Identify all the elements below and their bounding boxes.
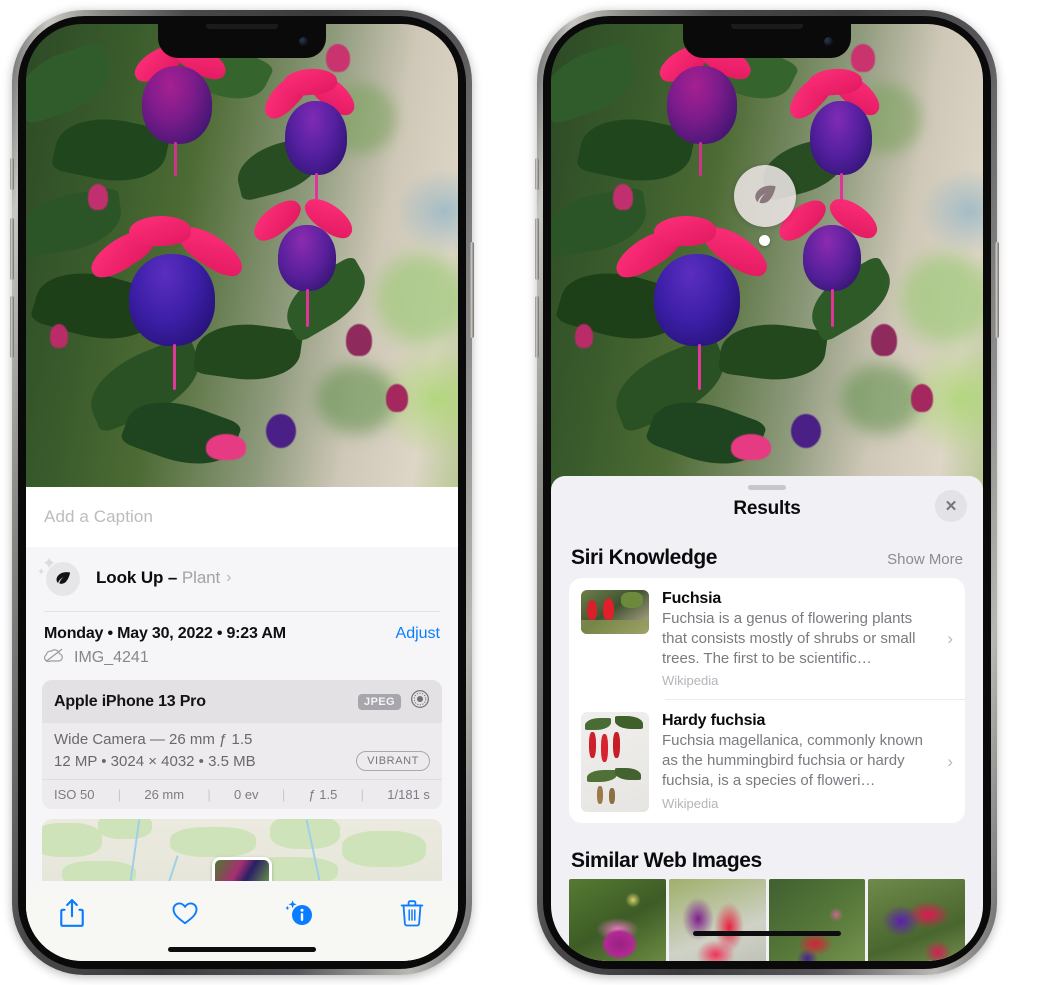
- device-notch: [683, 24, 851, 58]
- result-thumbnail: [581, 590, 649, 634]
- toolbar-container: [26, 881, 458, 961]
- screen-left: Add a Caption ✦ ✦ Look Up – Plant › Mond…: [26, 24, 458, 961]
- close-icon: ✕: [944, 498, 958, 515]
- exif-shutter: 1/181 s: [387, 787, 430, 802]
- silent-switch[interactable]: [10, 158, 14, 190]
- caption-input[interactable]: Add a Caption: [26, 487, 458, 547]
- screenshot-stage: Add a Caption ✦ ✦ Look Up – Plant › Mond…: [0, 0, 1055, 985]
- file-row: IMG_4241: [26, 643, 458, 680]
- metadata-header: Apple iPhone 13 Pro JPEG: [42, 680, 442, 723]
- web-image-thumbnail[interactable]: [868, 879, 965, 961]
- cloud-slash-icon: [44, 647, 65, 668]
- photo-info-sheet: Add a Caption ✦ ✦ Look Up – Plant › Mond…: [26, 487, 458, 961]
- siri-knowledge-header: Siri Knowledge Show More: [551, 520, 983, 578]
- volume-down-button[interactable]: [10, 296, 14, 358]
- look-up-dash: –: [163, 568, 182, 587]
- date-row: Monday • May 30, 2022 • 9:23 AM Adjust: [26, 612, 458, 643]
- result-source: Wikipedia: [662, 673, 719, 689]
- results-sheet: Results ✕ Siri Knowledge Show More Fuchs…: [551, 476, 983, 961]
- front-camera: [299, 37, 308, 46]
- visual-lookup-anchor-dot: [759, 235, 770, 246]
- photo-toolbar: [26, 881, 458, 937]
- metadata-body: Wide Camera — 26 mm ƒ 1.5 12 MP • 3024 ×…: [42, 723, 442, 779]
- exif-ev: 0 ev: [233, 787, 259, 802]
- resolution-info: 12 MP • 3024 × 4032 • 3.5 MB: [54, 752, 256, 770]
- lens-info: Wide Camera — 26 mm ƒ 1.5: [54, 731, 253, 748]
- phone-left: Add a Caption ✦ ✦ Look Up – Plant › Mond…: [10, 10, 474, 975]
- favorite-button[interactable]: [165, 893, 205, 933]
- front-camera: [824, 37, 833, 46]
- look-up-label: Look Up – Plant: [96, 568, 220, 588]
- camera-metadata-card[interactable]: Apple iPhone 13 Pro JPEG Wide Camera — 2…: [42, 680, 442, 809]
- volume-up-button[interactable]: [535, 218, 539, 280]
- look-up-title: Look Up: [96, 568, 164, 587]
- exif-iso: ISO 50: [54, 787, 95, 802]
- share-button[interactable]: [52, 893, 92, 933]
- exif-row: ISO 50 | 26 mm | 0 ev | ƒ 1.5 | 1/181 s: [42, 779, 442, 809]
- chevron-right-icon: ›: [226, 569, 232, 586]
- exif-separator: |: [117, 787, 122, 802]
- leaf-icon: [46, 562, 80, 596]
- result-description: Fuchsia magellanica, commonly known as t…: [662, 732, 923, 789]
- section-title-similar-web-images: Similar Web Images: [571, 849, 762, 873]
- exif-focal: 26 mm: [144, 787, 185, 802]
- web-image-thumbnail[interactable]: [569, 879, 666, 961]
- side-power-button[interactable]: [995, 242, 999, 338]
- silent-switch[interactable]: [535, 158, 539, 190]
- siri-knowledge-cards: Fuchsia Fuchsia is a genus of flowering …: [569, 578, 965, 824]
- photographic-style-badge: VIBRANT: [356, 751, 430, 771]
- phone-right: Results ✕ Siri Knowledge Show More Fuchs…: [535, 10, 999, 975]
- close-button[interactable]: ✕: [935, 490, 967, 522]
- earpiece-speaker: [731, 24, 803, 29]
- volume-down-button[interactable]: [535, 296, 539, 358]
- exif-separator: |: [360, 787, 365, 802]
- info-button[interactable]: [279, 893, 319, 933]
- section-title-siri-knowledge: Siri Knowledge: [571, 546, 718, 569]
- device-model: Apple iPhone 13 Pro: [54, 692, 206, 710]
- location-map[interactable]: [42, 819, 442, 881]
- web-image-thumbnail[interactable]: [668, 879, 766, 961]
- result-thumbnail: [581, 712, 649, 813]
- format-badge: JPEG: [358, 693, 401, 710]
- show-more-button[interactable]: Show More: [887, 551, 963, 568]
- exif-separator: |: [207, 787, 211, 802]
- volume-up-button[interactable]: [10, 218, 14, 280]
- caption-placeholder: Add a Caption: [44, 507, 154, 526]
- chevron-right-icon: ›: [947, 628, 953, 648]
- adjust-button[interactable]: Adjust: [396, 625, 440, 643]
- result-title: Hardy fuchsia: [662, 712, 766, 730]
- similar-web-images-strip[interactable]: [551, 879, 983, 961]
- list-item[interactable]: Fuchsia Fuchsia is a genus of flowering …: [569, 578, 965, 699]
- web-image-thumbnail[interactable]: [768, 879, 866, 961]
- result-title: Fuchsia: [662, 590, 722, 607]
- similar-web-images-header: Similar Web Images: [551, 823, 983, 879]
- photo-date: Monday • May 30, 2022 • 9:23 AM: [44, 625, 286, 642]
- list-item[interactable]: Hardy fuchsia Fuchsia magellanica, commo…: [569, 700, 965, 823]
- look-up-subject: Plant: [181, 568, 221, 587]
- device-notch: [158, 24, 326, 58]
- look-up-row[interactable]: ✦ ✦ Look Up – Plant ›: [26, 547, 458, 611]
- aperture-icon: [410, 689, 430, 714]
- visual-lookup-leaf-badge[interactable]: [734, 165, 796, 227]
- home-indicator[interactable]: [168, 947, 316, 952]
- sparkle-small-icon: ✦: [37, 567, 46, 578]
- side-power-button[interactable]: [470, 242, 474, 338]
- result-description: Fuchsia is a genus of flowering plants t…: [662, 610, 916, 667]
- delete-button[interactable]: [392, 893, 432, 933]
- look-up-icon-wrap: ✦ ✦: [37, 555, 82, 597]
- earpiece-speaker: [206, 24, 278, 29]
- results-header: Results ✕: [551, 490, 983, 522]
- results-title: Results: [733, 498, 801, 519]
- leaf-icon: [755, 185, 776, 204]
- result-source: Wikipedia: [662, 795, 719, 811]
- exif-separator: |: [281, 787, 286, 802]
- home-indicator[interactable]: [693, 931, 841, 936]
- map-photo-pin: [212, 857, 272, 881]
- chevron-right-icon: ›: [947, 751, 953, 771]
- file-name: IMG_4241: [74, 648, 149, 666]
- exif-aperture: ƒ 1.5: [308, 787, 338, 802]
- screen-right: Results ✕ Siri Knowledge Show More Fuchs…: [551, 24, 983, 961]
